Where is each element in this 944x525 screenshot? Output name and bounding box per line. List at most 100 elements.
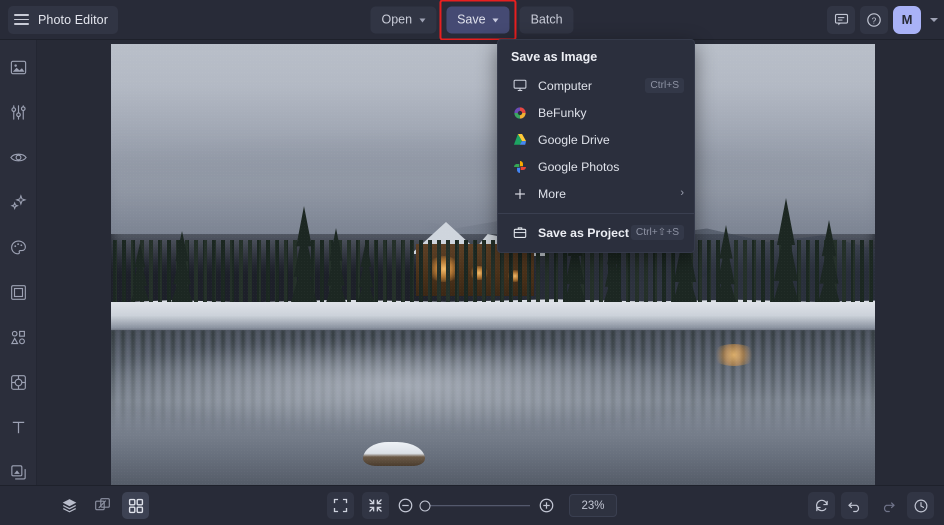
layers-button[interactable] xyxy=(56,492,83,519)
menu-item-befunky[interactable]: BeFunky xyxy=(498,99,694,126)
undo-icon xyxy=(847,501,859,512)
history-button[interactable] xyxy=(907,492,934,519)
layers-stack-icon xyxy=(10,464,26,480)
compare-icon xyxy=(95,498,110,511)
top-toolbar: Photo Editor Open Save Batch ? M xyxy=(0,0,944,40)
hamburger-icon[interactable] xyxy=(14,14,29,25)
sidebar-item-adjust[interactable] xyxy=(5,99,31,125)
chevron-down-icon xyxy=(492,18,499,22)
sidebar-item-effects[interactable] xyxy=(5,189,31,215)
menu-item-label: BeFunky xyxy=(538,105,587,120)
zoom-out-button[interactable] xyxy=(397,497,414,514)
undo-button[interactable] xyxy=(841,492,868,519)
monitor-icon xyxy=(511,78,529,94)
fit-screen-button[interactable] xyxy=(327,492,354,519)
menu-item-google-drive[interactable]: Google Drive xyxy=(498,126,694,153)
menu-item-label: Save as Project xyxy=(538,225,629,240)
menu-item-more[interactable]: More › xyxy=(498,180,694,207)
batch-button[interactable]: Batch xyxy=(519,6,574,33)
sidebar-item-overlays[interactable] xyxy=(5,369,31,395)
top-right-actions: ? M xyxy=(827,5,938,34)
shapes-icon xyxy=(10,330,25,344)
sidebar-item-textures[interactable] xyxy=(5,459,31,485)
zoom-slider-handle[interactable] xyxy=(419,500,431,511)
zoom-in-button[interactable] xyxy=(538,497,555,514)
eye-icon xyxy=(9,153,27,161)
chevron-down-icon[interactable] xyxy=(930,17,938,22)
chevron-down-icon xyxy=(419,18,426,22)
menu-item-save-as-project[interactable]: Save as Project Ctrl+⇧+S xyxy=(498,219,694,246)
app-title: Photo Editor xyxy=(38,12,108,27)
sidebar-item-graphics[interactable] xyxy=(5,324,31,350)
photo-editor-app: Photo Editor Open Save Batch ? M Save as… xyxy=(0,0,944,525)
menu-item-shortcut: Ctrl+⇧+S xyxy=(630,225,684,240)
bottom-left-tools xyxy=(56,492,149,519)
reset-icon xyxy=(815,499,828,511)
menu-item-computer[interactable]: Computer Ctrl+S xyxy=(498,72,694,99)
briefcase-icon xyxy=(511,225,529,241)
grid-button[interactable] xyxy=(122,492,149,519)
save-button-label: Save xyxy=(457,12,486,27)
menu-item-label: More xyxy=(538,186,567,201)
plus-circle-icon xyxy=(539,498,554,513)
collapse-icon xyxy=(369,499,382,512)
minus-circle-icon xyxy=(398,498,413,513)
image-icon xyxy=(10,60,26,74)
history-icon xyxy=(914,499,927,512)
sidebar-item-text[interactable] xyxy=(5,414,31,440)
open-button-label: Open xyxy=(381,12,413,27)
befunky-logo-icon xyxy=(511,105,529,121)
left-sidebar xyxy=(0,40,37,485)
zoom-level-input[interactable]: 23% xyxy=(569,494,617,517)
menu-item-label: Google Drive xyxy=(538,132,610,147)
menu-item-label: Computer xyxy=(538,78,592,93)
avatar[interactable]: M xyxy=(893,5,921,34)
text-icon xyxy=(12,421,24,433)
primary-actions: Open Save Batch xyxy=(370,0,574,40)
zoom-slider[interactable] xyxy=(419,500,530,512)
bottom-toolbar: 23% xyxy=(0,485,944,525)
open-button[interactable]: Open xyxy=(370,6,437,33)
frame-icon xyxy=(10,284,26,300)
zoom-controls: 23% xyxy=(327,492,617,519)
redo-icon xyxy=(883,501,895,512)
sidebar-item-touchup[interactable] xyxy=(5,144,31,170)
save-menu-header: Save as Image xyxy=(511,50,598,64)
zoom-slider-track xyxy=(422,504,530,507)
help-button[interactable]: ? xyxy=(860,5,888,34)
save-button-wrapper: Save xyxy=(439,0,517,40)
sliders-icon xyxy=(10,104,26,120)
grid-icon xyxy=(128,498,143,513)
feedback-button[interactable] xyxy=(827,5,855,34)
menu-divider xyxy=(498,213,694,214)
help-circle-icon: ? xyxy=(867,12,881,27)
fullscreen-button[interactable] xyxy=(362,492,389,519)
photo-grain xyxy=(111,44,875,485)
app-menu-button[interactable]: Photo Editor xyxy=(8,5,118,34)
sidebar-item-edit[interactable] xyxy=(5,54,31,80)
sidebar-item-artsy[interactable] xyxy=(5,234,31,260)
sparkles-icon xyxy=(9,193,27,210)
plus-icon xyxy=(511,186,529,202)
save-dropdown-menu: Save as Image Computer Ctrl+S BeFunky Go… xyxy=(497,39,695,253)
menu-item-shortcut: Ctrl+S xyxy=(645,78,684,93)
reset-button[interactable] xyxy=(808,492,835,519)
menu-item-google-photos[interactable]: Google Photos xyxy=(498,153,694,180)
svg-text:?: ? xyxy=(872,15,877,25)
google-drive-icon xyxy=(511,132,529,148)
canvas-area[interactable] xyxy=(37,40,944,485)
save-button[interactable]: Save xyxy=(446,6,510,33)
sidebar-item-frames[interactable] xyxy=(5,279,31,305)
bottom-right-tools xyxy=(808,492,934,519)
edited-photo[interactable] xyxy=(111,44,875,485)
redo-button[interactable] xyxy=(874,492,901,519)
fit-screen-icon xyxy=(333,498,348,513)
batch-button-label: Batch xyxy=(530,12,563,27)
google-photos-icon xyxy=(511,159,529,175)
palette-icon xyxy=(10,239,26,254)
menu-item-label: Google Photos xyxy=(538,159,620,174)
layers-icon xyxy=(62,499,77,513)
overlay-icon xyxy=(10,374,26,390)
chevron-right-icon: › xyxy=(680,187,684,199)
compare-button[interactable] xyxy=(89,492,116,519)
